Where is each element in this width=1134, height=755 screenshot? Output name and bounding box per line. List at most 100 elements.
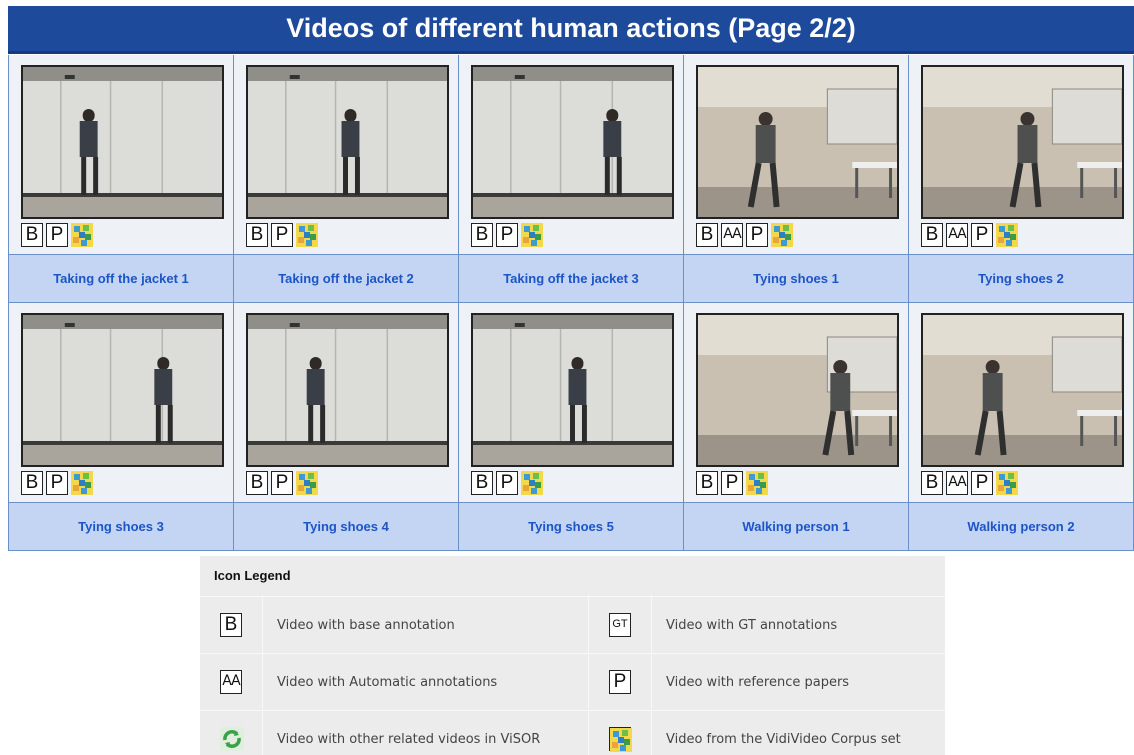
video-thumbnail[interactable] (696, 65, 899, 219)
video-caption-link[interactable]: Tying shoes 3 (9, 502, 233, 550)
corpus-icon[interactable] (296, 223, 318, 247)
legend-description: Video with Automatic annotations (263, 654, 589, 710)
annotation-icons: BP (471, 223, 543, 247)
video-preview-area: B AA P (909, 303, 1133, 503)
legend-row: B Video with base annotation GT Video with … (200, 596, 945, 653)
legend-icon-cell: P (589, 654, 652, 710)
reference-papers-icon[interactable]: P (746, 223, 768, 247)
video-cell: B P Taking off the jacket 3 (459, 55, 684, 303)
reference-papers-icon: P (609, 670, 631, 694)
legend-row: Video with other related videos in ViSOR… (200, 710, 945, 755)
annotation-icons: BP (471, 471, 543, 495)
video-preview-area: BP (684, 303, 908, 503)
video-cell: B P Taking off the jacket 1 (9, 55, 234, 303)
corpus-icon[interactable] (71, 471, 93, 495)
base-annotation-icon: B (220, 613, 242, 637)
video-caption-link[interactable]: Taking off the jacket 1 (9, 254, 233, 302)
corpus-icon (609, 727, 632, 752)
legend-description: Video with other related videos in ViSOR (263, 711, 589, 755)
reference-papers-icon[interactable]: P (971, 223, 993, 247)
video-preview-area: B AA P (684, 55, 908, 255)
base-annotation-icon[interactable]: B (21, 471, 43, 495)
corpus-icon[interactable] (996, 223, 1018, 247)
legend-icon-cell: B (200, 597, 263, 653)
base-annotation-icon[interactable]: B (471, 471, 493, 495)
video-preview-area: BP (234, 303, 458, 503)
video-preview-area: BP (9, 55, 233, 255)
video-cell: B AA P Walking person 2 (909, 303, 1134, 551)
video-caption-link[interactable]: Walking person 2 (909, 502, 1133, 550)
corpus-icon[interactable] (746, 471, 768, 495)
automatic-annotation-icon[interactable]: AA (721, 223, 743, 247)
video-thumbnail[interactable] (21, 313, 224, 467)
corpus-icon[interactable] (521, 471, 543, 495)
legend-description: Video with base annotation (263, 597, 589, 653)
video-cell: B P Tying shoes 5 (459, 303, 684, 551)
reference-papers-icon[interactable]: P (496, 223, 518, 247)
base-annotation-icon[interactable]: B (921, 471, 943, 495)
video-caption-link[interactable]: Tying shoes 1 (684, 254, 908, 302)
legend-description: Video with reference papers (666, 674, 850, 690)
legend-icon-cell: AA (200, 654, 263, 710)
gt-annotation-icon: GT (609, 613, 631, 637)
video-thumbnail[interactable] (21, 65, 224, 219)
annotation-icons: B AA P (921, 471, 1018, 495)
base-annotation-icon[interactable]: B (471, 223, 493, 247)
video-thumbnail[interactable] (696, 313, 899, 467)
corpus-icon[interactable] (71, 223, 93, 247)
video-caption-link[interactable]: Tying shoes 4 (234, 502, 458, 550)
legend-icon-cell (589, 711, 652, 755)
page-title: Videos of different human actions (Page … (8, 6, 1134, 54)
video-cell: B P Tying shoes 3 (9, 303, 234, 551)
video-thumbnail[interactable] (471, 65, 674, 219)
base-annotation-icon[interactable]: B (21, 223, 43, 247)
video-preview-area: BP (459, 303, 683, 503)
video-thumbnail[interactable] (921, 313, 1124, 467)
video-cell: B AA P Tying shoes 2 (909, 55, 1134, 303)
annotation-icons: BP (696, 471, 768, 495)
video-thumbnail[interactable] (246, 65, 449, 219)
video-cell: B P Walking person 1 (684, 303, 909, 551)
corpus-icon[interactable] (996, 471, 1018, 495)
reference-papers-icon[interactable]: P (496, 471, 518, 495)
video-caption-link[interactable]: Walking person 1 (684, 502, 908, 550)
base-annotation-icon[interactable]: B (696, 223, 718, 247)
base-annotation-icon[interactable]: B (921, 223, 943, 247)
legend-row: AA Video with Automatic annotations P Video… (200, 653, 945, 710)
reference-papers-icon[interactable]: P (971, 471, 993, 495)
video-caption-link[interactable]: Taking off the jacket 3 (459, 254, 683, 302)
automatic-annotation-icon[interactable]: AA (946, 223, 968, 247)
legend-icon-cell: GT (589, 597, 652, 653)
reference-papers-icon[interactable]: P (271, 223, 293, 247)
legend-description: Video with GT annotations (666, 617, 838, 633)
legend-description: Video from the VidiVideo Corpus set (666, 731, 901, 747)
reference-papers-icon[interactable]: P (46, 223, 68, 247)
corpus-icon[interactable] (521, 223, 543, 247)
video-thumbnail[interactable] (471, 313, 674, 467)
reference-papers-icon[interactable]: P (46, 471, 68, 495)
video-thumbnail[interactable] (921, 65, 1124, 219)
automatic-annotation-icon[interactable]: AA (946, 471, 968, 495)
base-annotation-icon[interactable]: B (696, 471, 718, 495)
video-cell: B P Taking off the jacket 2 (234, 55, 459, 303)
corpus-icon[interactable] (771, 223, 793, 247)
base-annotation-icon[interactable]: B (246, 471, 268, 495)
automatic-annotation-icon: AA (220, 670, 242, 694)
reference-papers-icon[interactable]: P (721, 471, 743, 495)
video-preview-area: BP (9, 303, 233, 503)
reference-papers-icon[interactable]: P (271, 471, 293, 495)
video-caption-link[interactable]: Taking off the jacket 2 (234, 254, 458, 302)
annotation-icons: BP (21, 223, 93, 247)
video-caption-link[interactable]: Tying shoes 5 (459, 502, 683, 550)
video-thumbnail[interactable] (246, 313, 449, 467)
video-preview-area: BP (234, 55, 458, 255)
video-cell: B P Tying shoes 4 (234, 303, 459, 551)
annotation-icons: BP (21, 471, 93, 495)
video-preview-area: B AA P (909, 55, 1133, 255)
annotation-icons: BP (246, 223, 318, 247)
corpus-icon[interactable] (296, 471, 318, 495)
base-annotation-icon[interactable]: B (246, 223, 268, 247)
related-videos-icon (220, 727, 244, 751)
video-caption-link[interactable]: Tying shoes 2 (909, 254, 1133, 302)
icon-legend: Icon Legend B Video with base annotation G… (200, 556, 945, 755)
